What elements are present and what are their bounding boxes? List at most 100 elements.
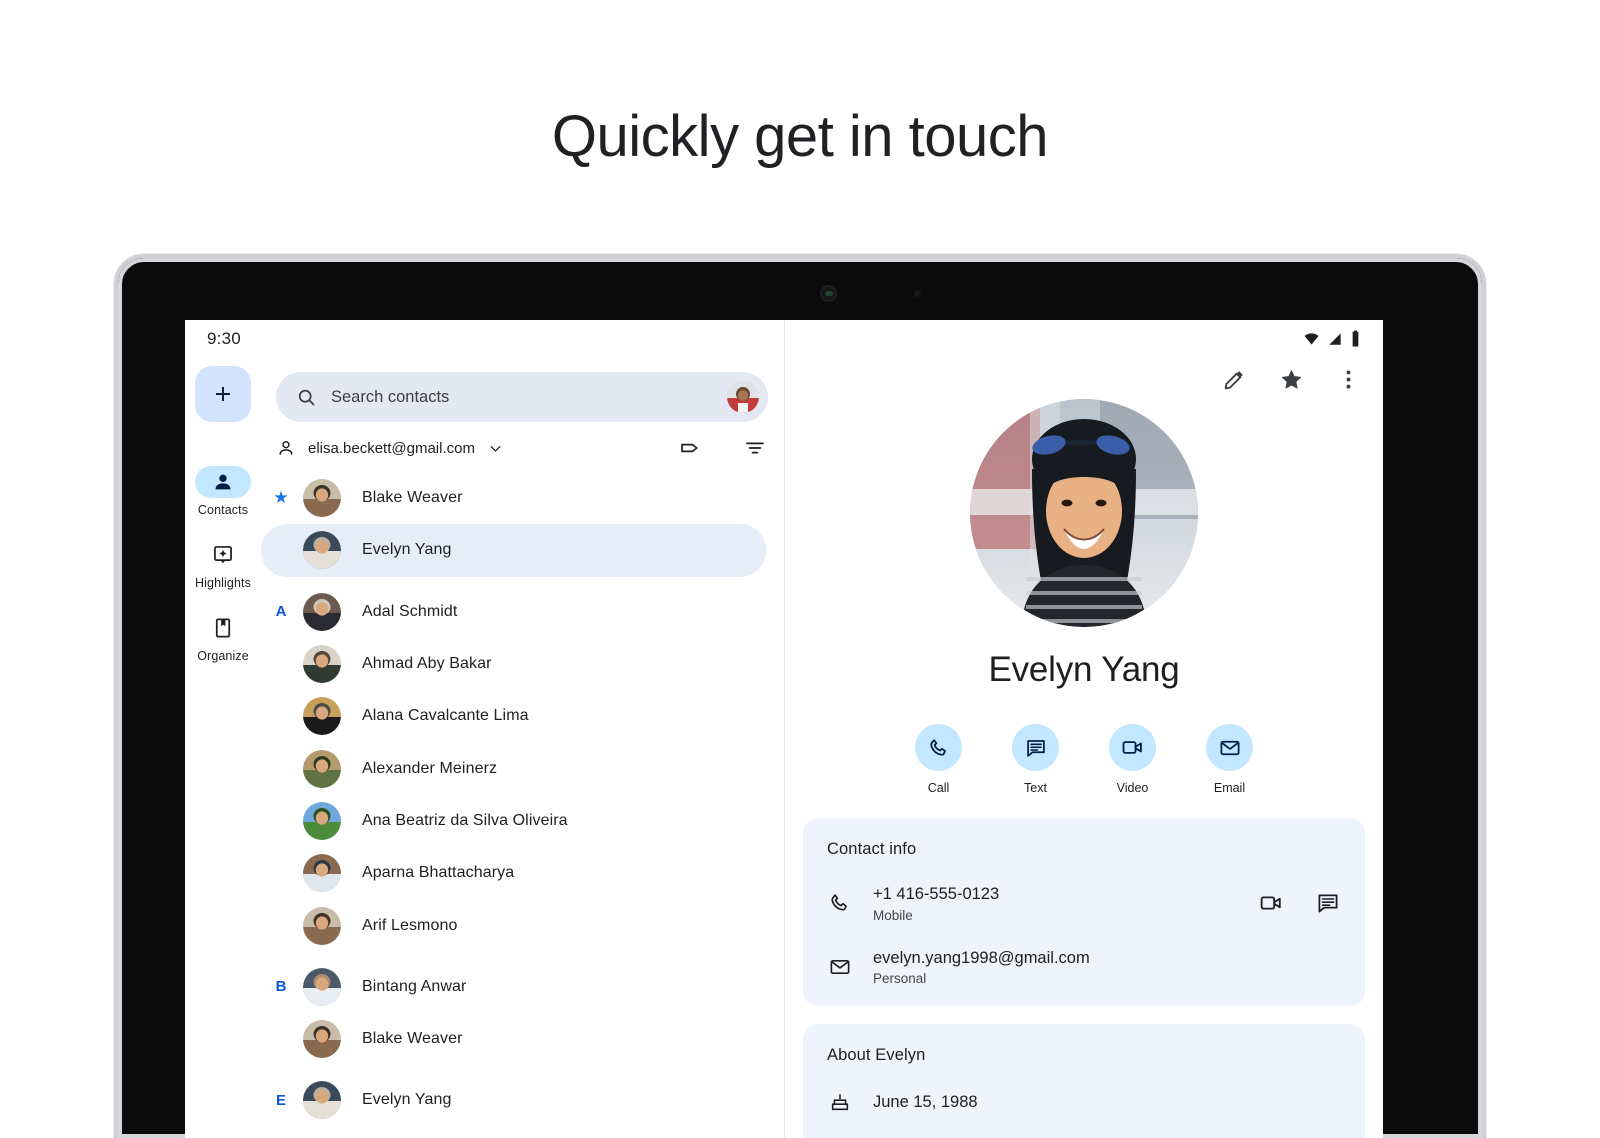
contact-name-label: Blake Weaver xyxy=(362,489,463,507)
person-outline-icon xyxy=(279,441,293,455)
quick-action-video[interactable]: Video xyxy=(1101,724,1165,795)
contact-avatar xyxy=(303,1081,341,1120)
contact-avatar xyxy=(303,854,341,893)
contact-avatar xyxy=(303,697,341,736)
quick-action-call-label: Call xyxy=(927,781,950,795)
sidebar-item-highlights-label: Highlights xyxy=(195,576,251,590)
contact-list-item[interactable]: Alexander Meinerz xyxy=(261,742,784,794)
avatar-image xyxy=(303,1020,341,1059)
person-icon xyxy=(215,474,231,490)
sidebar-item-contacts[interactable]: Contacts xyxy=(185,466,261,517)
quick-action-email[interactable]: Email xyxy=(1198,724,1262,795)
contact-name: Evelyn Yang xyxy=(988,650,1180,689)
contact-list-item[interactable]: Ahmad Aby Bakar xyxy=(261,638,784,690)
contact-list-item[interactable]: A Adal Schmidt xyxy=(261,586,784,638)
avatar-image xyxy=(303,531,341,570)
list-section-letter: A xyxy=(275,603,287,621)
contact-list-item[interactable]: Aparna Bhattacharya xyxy=(261,847,784,899)
edit-icon[interactable] xyxy=(1221,366,1247,392)
contact-list-item[interactable]: E Evelyn Yang xyxy=(261,1074,784,1126)
contact-profile-photo[interactable] xyxy=(970,399,1198,627)
sidebar-item-organize-label: Organize xyxy=(197,649,249,663)
quick-action-text[interactable]: Text xyxy=(1004,724,1068,795)
email-button xyxy=(1206,724,1253,771)
avatar-image xyxy=(303,801,341,840)
navigation-rail: Contacts Highlights Organize xyxy=(185,366,261,663)
phone-number: +1 416-555-0123 xyxy=(873,885,1000,903)
contact-name-label: Evelyn Yang xyxy=(362,541,452,559)
organize-icon xyxy=(215,618,231,638)
page-title: Quickly get in touch xyxy=(551,104,1049,169)
about-birthday-row[interactable]: June 15, 1988 xyxy=(827,1091,1341,1113)
message-icon xyxy=(1026,739,1045,757)
contact-name-label: Aparna Bhattacharya xyxy=(362,864,515,882)
list-section-gap xyxy=(261,952,784,961)
contact-list-item[interactable]: B Bintang Anwar xyxy=(261,961,784,1013)
sidebar-item-organize[interactable]: Organize xyxy=(185,612,261,663)
contact-list-item[interactable]: Blake Weaver xyxy=(261,1013,784,1065)
create-contact-button[interactable] xyxy=(195,366,251,422)
filter-icon[interactable] xyxy=(742,435,768,461)
contact-avatar xyxy=(303,592,341,631)
avatar-image xyxy=(303,645,341,684)
status-bar-clock: 9:30 xyxy=(207,329,241,348)
account-selector[interactable]: elisa.beckett@gmail.com xyxy=(276,438,504,458)
contact-name-label: Alexander Meinerz xyxy=(362,759,498,777)
contact-list-item[interactable]: Alana Cavalcante Lima xyxy=(261,690,784,742)
contact-avatar xyxy=(303,749,341,788)
contact-info-phone-row[interactable]: +1 416-555-0123 Mobile xyxy=(827,884,1341,923)
chevron-down-icon xyxy=(490,445,501,452)
label-icon[interactable] xyxy=(678,435,704,461)
quick-action-video-label: Video xyxy=(1116,781,1149,795)
email-address: evelyn.yang1998@gmail.com xyxy=(873,948,1090,967)
email-label: Personal xyxy=(873,971,927,987)
contact-list[interactable]: ★ Blake Weaver Evelyn Yang A Adal Schmidt Ahm… xyxy=(261,472,784,1138)
more-options-icon[interactable] xyxy=(1335,366,1361,392)
wifi-icon xyxy=(1304,333,1319,345)
profile-image xyxy=(970,399,1198,627)
about-title: About Evelyn xyxy=(827,1046,926,1064)
cell-signal-icon xyxy=(1329,332,1341,345)
list-actions xyxy=(678,435,768,461)
phone-row-actions xyxy=(1258,890,1341,916)
contact-name-label: Ahmad Aby Bakar xyxy=(362,655,492,673)
avatar-image xyxy=(303,749,341,788)
quick-action-call[interactable]: Call xyxy=(907,724,971,795)
plus-icon xyxy=(216,387,230,401)
text-button xyxy=(1012,724,1059,771)
video-camera-icon[interactable] xyxy=(1258,890,1284,916)
contact-name-label: Blake Weaver xyxy=(362,1030,463,1048)
contact-info-card: Contact info +1 416-555-0123 Mobile evel… xyxy=(803,818,1365,1006)
quick-action-email-label: Email xyxy=(1213,781,1246,795)
contact-list-item[interactable]: Arif Lesmono xyxy=(261,899,784,951)
contact-list-item[interactable]: ★ Blake Weaver xyxy=(261,472,784,524)
contact-avatar xyxy=(303,967,341,1006)
contact-name-label: Ana Beatriz da Silva Oliveira xyxy=(362,811,568,829)
proximity-sensor-icon xyxy=(914,290,921,297)
front-camera-icon xyxy=(820,285,837,302)
contact-name-label: Alana Cavalcante Lima xyxy=(362,707,529,725)
contact-name-label: Arif Lesmono xyxy=(362,916,458,934)
cake-icon xyxy=(827,1091,853,1113)
envelope-icon xyxy=(1220,740,1239,755)
account-avatar[interactable] xyxy=(727,381,759,413)
contact-name-label: Adal Schmidt xyxy=(362,602,458,620)
contact-avatar xyxy=(303,1020,341,1059)
video-button xyxy=(1109,724,1156,771)
contact-avatar xyxy=(303,479,341,518)
contact-list-item[interactable]: Ana Beatriz da Silva Oliveira xyxy=(261,795,784,847)
star-icon[interactable] xyxy=(1278,366,1304,392)
highlights-pill xyxy=(195,539,251,571)
contact-list-item[interactable]: Evelyn Yang xyxy=(261,524,766,577)
message-icon[interactable] xyxy=(1315,890,1341,916)
list-section-gap xyxy=(261,577,784,586)
search-placeholder: Search contacts xyxy=(331,387,450,406)
list-section-letter: E xyxy=(275,1091,286,1109)
search-input[interactable]: Search contacts xyxy=(276,372,768,422)
contact-info-email-row[interactable]: evelyn.yang1998@gmail.com Personal xyxy=(827,948,1341,987)
sidebar-item-highlights[interactable]: Highlights xyxy=(185,539,261,590)
phone-icon xyxy=(827,892,853,914)
contact-name-label: Evelyn Yang xyxy=(362,1091,452,1109)
phone-label: Mobile xyxy=(873,907,913,923)
contact-avatar xyxy=(303,531,341,570)
